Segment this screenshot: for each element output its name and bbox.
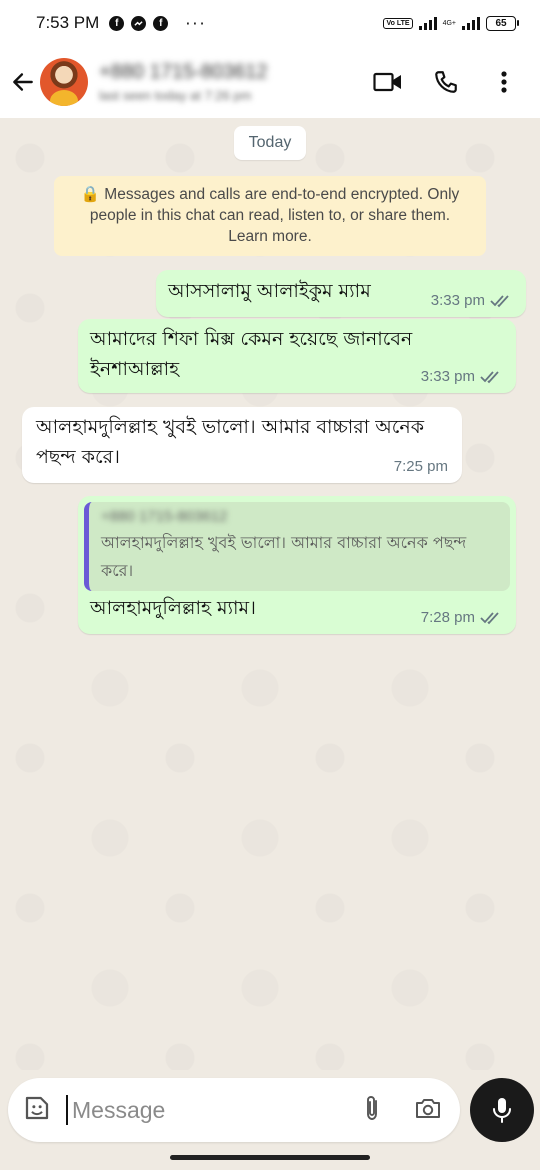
avatar[interactable] bbox=[40, 58, 88, 106]
message-time: 3:33 pm bbox=[420, 368, 475, 385]
chat-header: +880 1715-803612 last seen today at 7:26… bbox=[0, 46, 540, 118]
status-bar-left: 7:53 PM f f ··· bbox=[36, 13, 383, 33]
messenger-icon bbox=[131, 15, 147, 31]
message-composer bbox=[8, 1078, 460, 1142]
back-arrow-icon[interactable] bbox=[8, 67, 38, 97]
double-check-icon bbox=[480, 370, 499, 383]
status-bar-right: Vo LTE 4G+ 65 bbox=[383, 15, 519, 31]
quoted-author: +880 1715-803612 bbox=[101, 508, 228, 525]
message-bubble[interactable]: আলহামদুলিল্লাহ খুবই ভালো। আমার বাচ্চারা … bbox=[22, 407, 462, 483]
emoji-sticker-icon[interactable] bbox=[22, 1093, 52, 1127]
mic-icon bbox=[493, 1098, 511, 1123]
quoted-message[interactable]: +880 1715-803612 আলহামদুলিল্লাহ খুবই ভাল… bbox=[84, 502, 510, 591]
voice-call-icon[interactable] bbox=[428, 64, 464, 100]
message-input[interactable] bbox=[70, 1095, 360, 1125]
attach-icon[interactable] bbox=[360, 1093, 384, 1127]
encryption-notice[interactable]: 🔒 Messages and calls are end-to-end encr… bbox=[54, 176, 486, 256]
text-caret bbox=[66, 1095, 68, 1125]
facebook-icon: f bbox=[153, 15, 169, 31]
message-text: আলহামদুলিল্লাহ খুবই ভালো। আমার বাচ্চারা … bbox=[36, 416, 425, 468]
mic-button[interactable] bbox=[470, 1078, 534, 1142]
status-time: 7:53 PM bbox=[36, 13, 100, 32]
message-time: 7:28 pm bbox=[420, 609, 475, 626]
chat-area[interactable]: Today 🔒 Messages and calls are end-to-en… bbox=[0, 118, 540, 1070]
message-time: 7:25 pm bbox=[393, 458, 448, 475]
more-vertical-icon[interactable] bbox=[486, 64, 522, 100]
home-indicator bbox=[170, 1155, 370, 1160]
message-meta: 7:28 pm bbox=[421, 609, 502, 626]
date-chip: Today bbox=[234, 126, 306, 160]
quoted-text: আলহামদুলিল্লাহ খুবই ভালো। আমার বাচ্চারা … bbox=[101, 533, 467, 580]
message-meta: 3:33 pm bbox=[421, 368, 502, 385]
status-bar: 7:53 PM f f ··· Vo LTE 4G+ 65 bbox=[0, 0, 540, 46]
double-check-icon bbox=[480, 611, 499, 624]
message-meta: 7:25 pm bbox=[394, 458, 448, 475]
network-type: 4G+ bbox=[442, 19, 456, 27]
message-bubble[interactable]: আমাদের শিফা মিক্স কেমন হয়েছে জানাবেন ইন… bbox=[78, 319, 516, 393]
battery-icon: 65 bbox=[486, 15, 519, 31]
contact-name: +880 1715-803612 bbox=[99, 61, 268, 83]
signal-icon bbox=[418, 16, 437, 30]
message-meta: 3:33 pm bbox=[431, 292, 512, 309]
overflow-indicator: ··· bbox=[185, 13, 207, 33]
video-call-icon[interactable] bbox=[370, 64, 406, 100]
facebook-icon: f bbox=[109, 15, 125, 31]
volte-icon: Vo LTE bbox=[383, 17, 413, 29]
camera-icon[interactable] bbox=[414, 1095, 442, 1125]
message-time: 3:33 pm bbox=[430, 292, 485, 309]
header-actions bbox=[370, 64, 522, 100]
double-check-icon bbox=[490, 294, 509, 307]
message-bubble[interactable]: +880 1715-803612 আলহামদুলিল্লাহ খুবই ভাল… bbox=[78, 496, 516, 634]
last-seen: last seen today at 7:26 pm bbox=[99, 88, 252, 103]
contact-info[interactable]: +880 1715-803612 last seen today at 7:26… bbox=[99, 61, 370, 103]
message-bubble[interactable]: আসসালামু আলাইকুম ম্যাম 3:33 pm bbox=[156, 270, 526, 317]
message-text: আমাদের শিফা মিক্স কেমন হয়েছে জানাবেন ইন… bbox=[90, 328, 413, 380]
signal-icon-2 bbox=[462, 16, 480, 30]
